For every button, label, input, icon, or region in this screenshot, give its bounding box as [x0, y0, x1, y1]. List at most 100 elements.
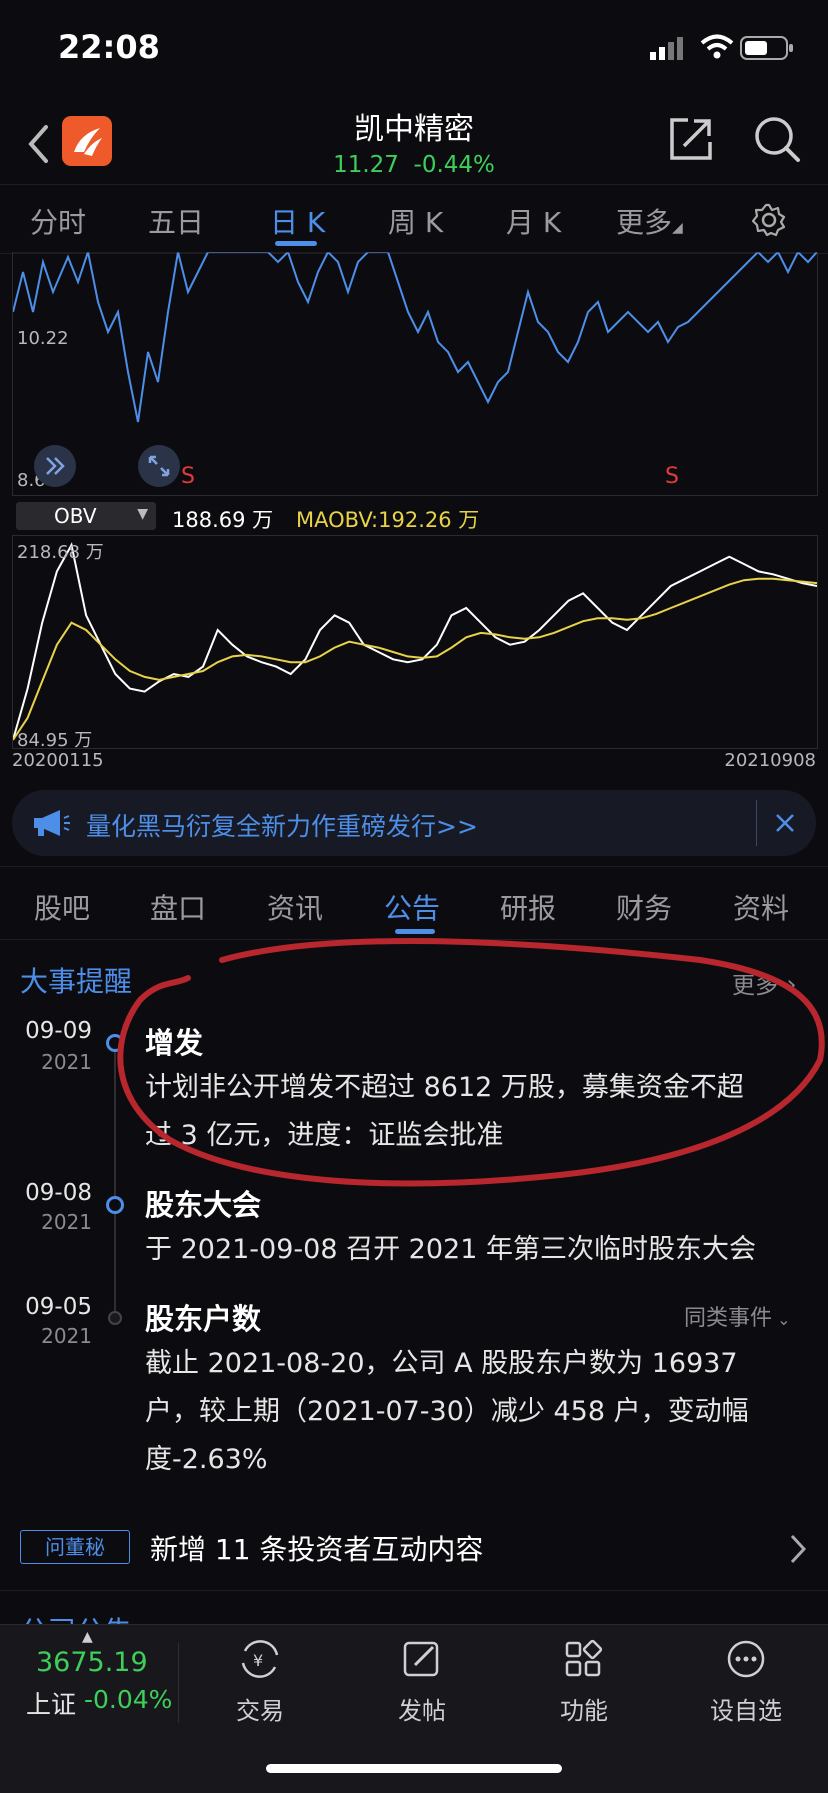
chevron-right-icon [790, 1534, 807, 1564]
events-more-label: 更多 [732, 973, 778, 999]
price-axis-high: 10.22 [17, 328, 69, 349]
price-chart[interactable]: 10.22 8.60 S S [12, 252, 818, 496]
obv-value: 188.69 万 [172, 508, 274, 532]
caret-down-icon: ◢ [672, 220, 683, 236]
event-line: 度-2.63% [145, 1444, 268, 1475]
tab-orderbook[interactable]: 盘口 [150, 887, 206, 927]
megaphone-icon [34, 810, 70, 836]
more-dots-icon [727, 1640, 765, 1678]
indicator-bar: OBV ▼ 188.69 万 MAOBV:192.26 万 [12, 500, 816, 534]
fullscreen-icon[interactable] [137, 444, 181, 488]
active-tab-indicator [395, 929, 435, 934]
tab-more[interactable]: 更多◢ [616, 201, 683, 241]
stock-header: 凯中精密 11.27 -0.44% [0, 100, 828, 184]
date-axis: 20200115 20210908 [12, 748, 816, 774]
search-icon[interactable] [752, 114, 802, 164]
timeline-dot [106, 1196, 124, 1214]
price-line-chart [13, 252, 817, 423]
active-tab-indicator [275, 241, 317, 246]
compose-icon [403, 1641, 439, 1677]
date-start: 20200115 [12, 750, 104, 771]
event-line: 户，较上期（2021-07-30）减少 458 户，变动幅 [145, 1396, 749, 1427]
price-line [13, 252, 817, 423]
nav-post[interactable]: 发帖 [362, 1639, 482, 1726]
tab-intraday[interactable]: 分时 [30, 201, 86, 241]
indicator-select-value: OBV [54, 504, 97, 528]
event-date: 09-08 [25, 1180, 92, 1206]
nav-trade[interactable]: ¥ 交易 [200, 1639, 320, 1726]
event-line: 计划非公开增发不超过 8612 万股，募集资金不超 [145, 1072, 744, 1103]
event-body: 于 2021-09-08 召开 2021 年第三次临时股东大会 [145, 1226, 805, 1274]
date-end: 20210908 [724, 750, 816, 771]
event-title: 股东户数 [145, 1302, 262, 1336]
obv-line-chart [13, 542, 817, 741]
promo-banner[interactable]: 量化黑马衍复全新力作重磅发行>> [12, 790, 816, 856]
maobv-series-line [13, 577, 817, 741]
sell-signal-marker: S [181, 464, 195, 489]
wifi-icon [700, 34, 734, 59]
divider [0, 1590, 828, 1591]
nav-watchlist-label: 设自选 [710, 1697, 782, 1725]
tab-five-day[interactable]: 五日 [148, 201, 204, 241]
tab-finance[interactable]: 财务 [616, 887, 672, 927]
tab-monthly-k[interactable]: 月 K [506, 201, 561, 241]
event-line: 于 2021-09-08 召开 2021 年第三次临时股东大会 [145, 1234, 756, 1265]
obv-series-line [13, 542, 817, 741]
event-year: 2021 [41, 1050, 92, 1074]
event-title: 增发 [145, 1026, 204, 1060]
stock-price: 11.27 [333, 152, 399, 178]
signal-icon [650, 37, 683, 60]
company-announcements-heading: 公司公告 [20, 1610, 132, 1624]
similar-events-link[interactable]: 同类事件 ⌄ [684, 1300, 791, 1332]
obv-chart[interactable]: 218.68 万 84.95 万 [12, 535, 818, 751]
timeline-line [114, 1040, 116, 1320]
maobv-value: MAOBV:192.26 万 [296, 508, 480, 532]
investor-qa-row[interactable]: 问董秘 新增 11 条投资者互动内容 [0, 1520, 828, 1584]
settings-gear-icon[interactable] [752, 203, 786, 237]
tab-daily-k[interactable]: 日 K [270, 201, 325, 241]
event-year: 2021 [41, 1324, 92, 1348]
banner-text: 量化黑马衍复全新力作重磅发行>> [86, 812, 478, 841]
similar-events-label: 同类事件 [684, 1306, 773, 1331]
tab-forum[interactable]: 股吧 [34, 887, 90, 927]
tab-more-label: 更多 [616, 206, 673, 239]
grid-icon [565, 1639, 603, 1677]
tab-weekly-k[interactable]: 周 K [388, 201, 443, 241]
trade-icon: ¥ [241, 1640, 279, 1678]
tab-news[interactable]: 资讯 [267, 887, 323, 927]
caret-up-icon: ▲ [82, 1629, 93, 1645]
banner-divider [756, 800, 757, 846]
events-more-link[interactable]: 更多 › [732, 966, 797, 1000]
event-body: 计划非公开增发不超过 8612 万股，募集资金不超 过 3 亿元，进度：证监会批… [145, 1064, 805, 1160]
share-icon[interactable] [668, 116, 714, 162]
index-name: 上证 [26, 1690, 77, 1719]
events-heading: 大事提醒 [20, 965, 133, 998]
sell-signal-marker: S [665, 464, 679, 489]
index-change: -0.04% [84, 1685, 173, 1714]
timeline-dot [106, 1034, 124, 1052]
obv-axis-max: 218.68 万 [17, 542, 104, 563]
tab-research[interactable]: 研报 [500, 887, 556, 927]
event-title: 股东大会 [145, 1188, 262, 1222]
event-line: 截止 2021-08-20，公司 A 股股东户数为 16937 [145, 1348, 738, 1379]
nav-functions[interactable]: 功能 [524, 1639, 644, 1726]
tab-profile[interactable]: 资料 [733, 887, 789, 927]
kline-tabs: 分时 五日 日 K 周 K 月 K 更多◢ [0, 184, 828, 254]
close-icon[interactable] [774, 812, 796, 834]
battery-icon [740, 36, 793, 60]
nav-trade-label: 交易 [236, 1697, 284, 1725]
event-date: 09-05 [25, 1294, 92, 1320]
section-tabs: 股吧 盘口 资讯 公告 研报 财务 资料 [0, 866, 828, 940]
indicator-select[interactable]: OBV ▼ [16, 502, 156, 530]
index-value[interactable]: 3675.19 [36, 1647, 148, 1678]
event-body: 截止 2021-08-20，公司 A 股股东户数为 16937 户，较上期（20… [145, 1340, 805, 1484]
status-bar: 22:08 [0, 0, 828, 100]
tab-announcements[interactable]: 公告 [384, 887, 440, 927]
chevron-down-icon: ⌄ [772, 1310, 791, 1329]
event-line: 过 3 亿元，进度：证监会批准 [145, 1120, 504, 1151]
qa-badge: 问董秘 [20, 1530, 130, 1564]
nav-watchlist[interactable]: 设自选 [686, 1639, 806, 1726]
event-date: 09-09 [25, 1018, 92, 1044]
expand-right-icon[interactable] [33, 444, 77, 488]
chevron-right-icon: › [778, 970, 797, 1000]
